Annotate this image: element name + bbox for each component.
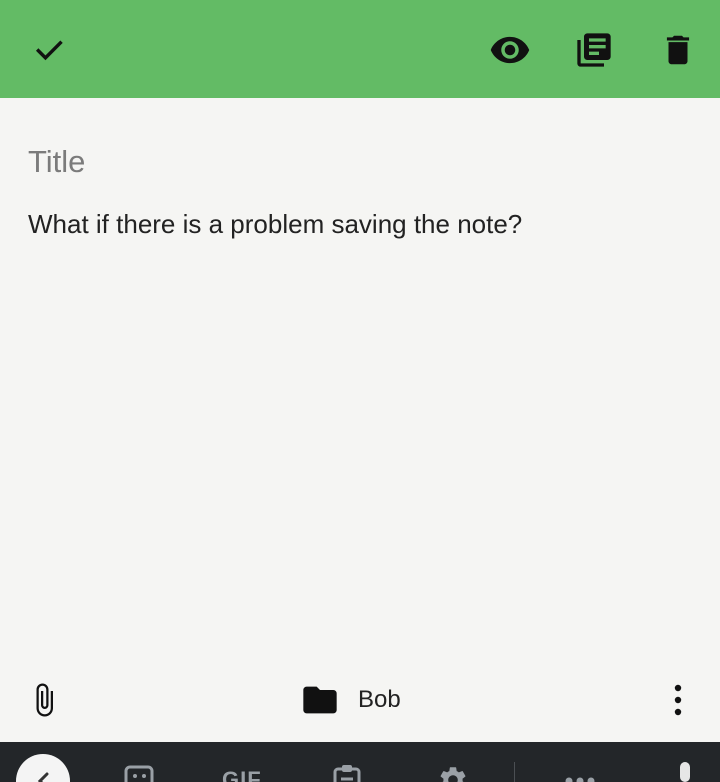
check-icon bbox=[35, 40, 63, 61]
note-body[interactable]: What if there is a problem saving the no… bbox=[28, 206, 688, 242]
folder-selector[interactable]: Bob bbox=[300, 676, 401, 724]
gear-icon[interactable] bbox=[437, 764, 469, 782]
trash-icon bbox=[666, 35, 690, 65]
preview-button[interactable] bbox=[484, 24, 536, 76]
keyboard-toolbar: GIF bbox=[0, 742, 720, 782]
top-toolbar bbox=[0, 0, 720, 98]
sticker-icon[interactable] bbox=[124, 764, 156, 782]
keyboard-back-button[interactable] bbox=[16, 754, 70, 782]
note-editor: What if there is a problem saving the no… bbox=[0, 98, 720, 742]
gif-icon[interactable]: GIF bbox=[222, 767, 262, 782]
attach-button[interactable] bbox=[22, 676, 66, 724]
folder-icon bbox=[303, 686, 337, 714]
library-button[interactable] bbox=[568, 24, 620, 76]
clipboard-icon[interactable] bbox=[332, 764, 362, 782]
folder-label: Bob bbox=[358, 686, 401, 713]
paperclip-icon bbox=[36, 683, 53, 717]
more-options-button[interactable] bbox=[660, 676, 696, 724]
mic-icon[interactable] bbox=[674, 762, 696, 782]
save-button[interactable] bbox=[23, 24, 75, 76]
chevron-left-icon bbox=[37, 772, 49, 782]
keyboard-divider bbox=[514, 762, 515, 782]
delete-button[interactable] bbox=[652, 24, 704, 76]
more-horizontal-icon[interactable] bbox=[564, 776, 596, 782]
note-bottom-bar: Bob bbox=[0, 668, 720, 732]
notes-stack-icon bbox=[577, 33, 611, 67]
title-input[interactable] bbox=[28, 140, 688, 184]
more-vertical-icon bbox=[674, 684, 682, 716]
eye-icon bbox=[490, 36, 530, 64]
